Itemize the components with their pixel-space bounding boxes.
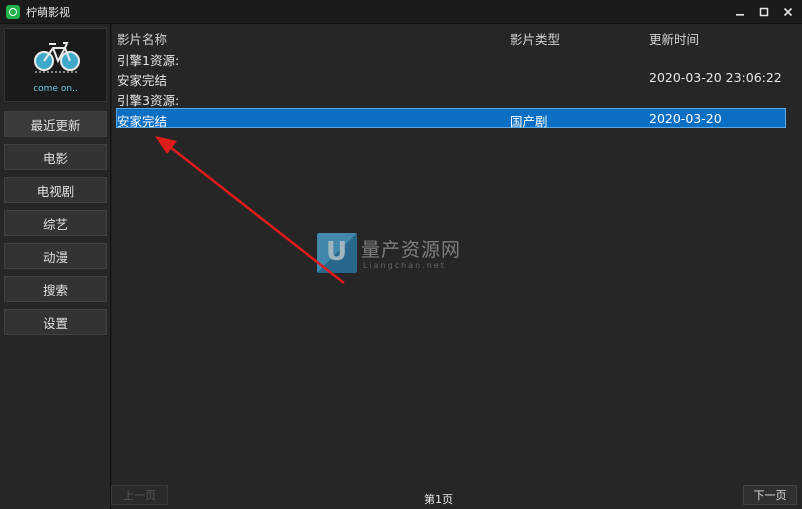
annotation-arrow-icon [155, 136, 345, 284]
